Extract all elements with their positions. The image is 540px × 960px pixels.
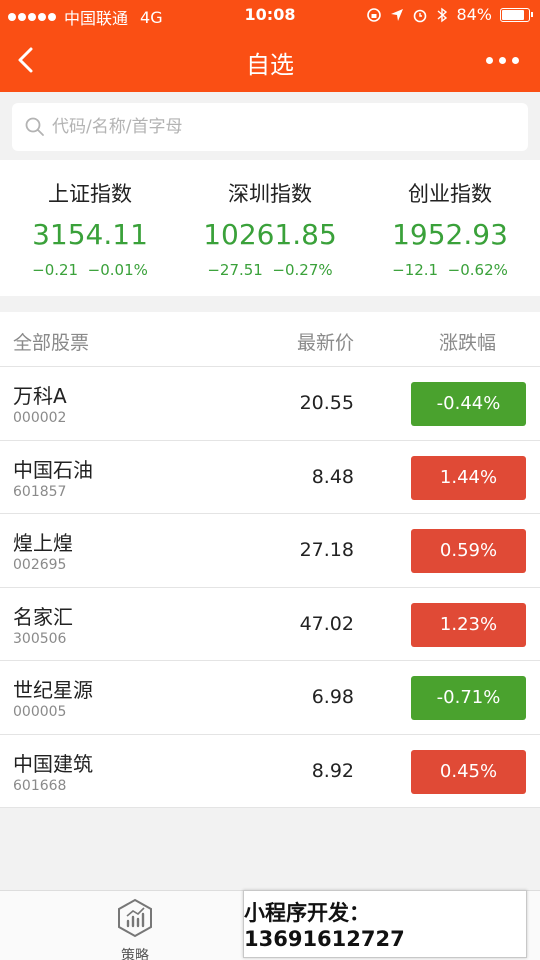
stock-row[interactable]: 名家汇 300506 47.02 1.23% [0, 588, 540, 661]
more-dots-icon[interactable] [486, 50, 522, 70]
header-latest-price[interactable]: 最新价 [297, 328, 354, 355]
stock-price: 6.98 [311, 686, 354, 708]
index-card[interactable]: 上证指数 3154.11 −0.21 −0.01% [0, 160, 180, 296]
index-change-value: −0.21 [32, 261, 79, 279]
alarm-icon [414, 9, 427, 22]
index-change: −27.51 −0.27% [180, 261, 360, 279]
index-name: 深圳指数 [228, 182, 312, 206]
search-box[interactable] [12, 103, 528, 151]
index-change-pct: −0.27% [272, 261, 333, 279]
contact-watermark: 小程序开发：13691612727 [243, 890, 527, 958]
stock-list: 全部股票 最新价 涨跌幅 万科A 000002 20.55 -0.44% 中国石… [0, 312, 540, 808]
stock-row[interactable]: 中国石油 601857 8.48 1.44% [0, 441, 540, 514]
strategy-chart-icon [118, 898, 152, 938]
stock-name: 名家汇 [13, 604, 73, 629]
index-value: 1952.93 [392, 218, 508, 251]
stock-row[interactable]: 世纪星源 000005 6.98 -0.71% [0, 661, 540, 735]
index-change-pct: −0.62% [447, 261, 508, 279]
rotation-lock-icon [367, 7, 382, 22]
index-change-value: −27.51 [207, 261, 263, 279]
battery-percent: 84% [456, 5, 492, 24]
header-all-stocks[interactable]: 全部股票 [13, 328, 89, 355]
search-icon [25, 117, 44, 136]
stock-row[interactable]: 万科A 000002 20.55 -0.44% [0, 367, 540, 441]
stock-price: 27.18 [299, 539, 354, 561]
bluetooth-icon [437, 7, 448, 22]
index-change: −0.21 −0.01% [0, 261, 180, 279]
stock-code: 000002 [13, 410, 67, 426]
change-badge[interactable]: 1.44% [411, 455, 526, 500]
index-name: 创业指数 [408, 182, 492, 206]
change-badge[interactable]: 0.59% [411, 529, 526, 573]
stock-price: 8.48 [311, 465, 354, 488]
index-name: 上证指数 [48, 182, 132, 206]
change-badge[interactable]: -0.44% [411, 382, 526, 426]
change-badge[interactable]: 0.45% [411, 749, 526, 794]
index-card[interactable]: 创业指数 1952.93 −12.1 −0.62% [360, 160, 540, 296]
stock-name: 万科A [13, 384, 67, 408]
nav-bar: 自选 [0, 30, 540, 92]
stock-code: 601668 [13, 777, 67, 794]
market-indices: 上证指数 3154.11 −0.21 −0.01% 深圳指数 10261.85 … [0, 160, 540, 296]
index-change-value: −12.1 [392, 261, 439, 279]
stock-name: 世纪星源 [13, 678, 93, 702]
index-card[interactable]: 深圳指数 10261.85 −27.51 −0.27% [180, 160, 360, 296]
stock-name: 中国建筑 [13, 751, 93, 776]
status-bar: 中国联通 4G 10:08 84% [0, 0, 540, 30]
change-badge[interactable]: 1.23% [411, 602, 526, 647]
search-input[interactable] [52, 117, 528, 137]
battery-level-fill [502, 9, 524, 20]
stock-code: 000005 [13, 704, 67, 720]
index-value: 3154.11 [32, 218, 148, 251]
stock-code: 002695 [13, 557, 67, 573]
stock-name: 中国石油 [13, 457, 93, 482]
stock-row[interactable]: 中国建筑 601668 8.92 0.45% [0, 735, 540, 808]
stock-price: 47.02 [299, 612, 354, 635]
tab-label: 策略 [121, 948, 149, 960]
stock-code: 601857 [13, 483, 67, 500]
status-right: 84% [366, 5, 533, 24]
stock-name: 煌上煌 [13, 531, 73, 555]
stock-code: 300506 [13, 630, 67, 647]
list-header: 全部股票 最新价 涨跌幅 [0, 312, 540, 367]
battery-icon [500, 7, 533, 22]
tab-strategy[interactable]: 策略 [95, 897, 175, 960]
change-badge[interactable]: -0.71% [411, 676, 526, 720]
stock-row[interactable]: 煌上煌 002695 27.18 0.59% [0, 514, 540, 588]
search-bar [0, 92, 540, 160]
stock-price: 20.55 [299, 392, 354, 414]
index-value: 10261.85 [203, 218, 337, 251]
header-change-pct[interactable]: 涨跌幅 [439, 328, 496, 355]
location-icon [391, 8, 404, 21]
page-title: 自选 [246, 51, 294, 79]
index-change: −12.1 −0.62% [360, 261, 540, 279]
stock-price: 8.92 [311, 759, 354, 782]
index-change-pct: −0.01% [87, 261, 148, 279]
